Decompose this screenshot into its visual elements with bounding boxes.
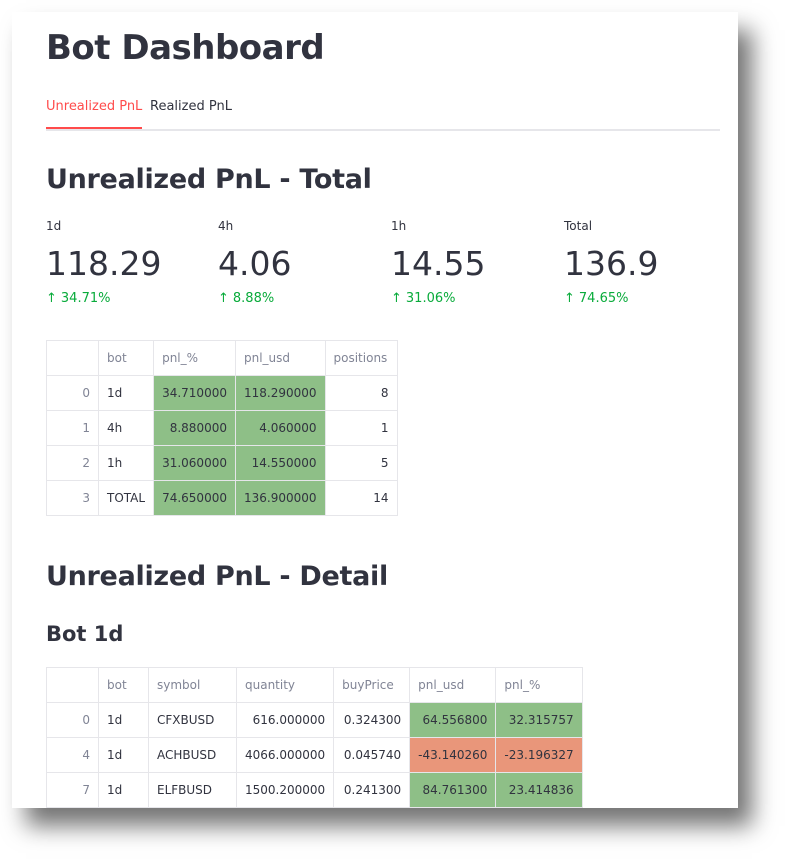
column-header[interactable]: pnl_% — [495, 667, 583, 703]
metric-label: Total — [564, 219, 593, 233]
metric-delta: ↑ 31.06% — [391, 291, 456, 306]
total-table[interactable]: bot pnl_% pnl_usd positions 0 1d 34.7100… — [46, 340, 398, 516]
cell-buy-price[interactable]: 0.045740 — [333, 737, 411, 773]
column-header[interactable]: pnl_% — [153, 340, 236, 376]
cell-bot[interactable]: 4h — [97, 410, 155, 446]
total-heading: Unrealized PnL - Total — [46, 164, 372, 195]
cell-pnl-usd[interactable]: 4.060000 — [234, 410, 326, 446]
cell-positions[interactable]: 8 — [324, 375, 398, 411]
cell-pnl-usd[interactable]: 14.550000 — [234, 445, 326, 481]
row-index[interactable]: 0 — [46, 375, 99, 411]
cell-pnl-usd[interactable]: -43.140260 — [409, 737, 497, 773]
cell-pnl-usd[interactable]: 118.290000 — [234, 375, 326, 411]
cell-pnl-pct[interactable]: 34.710000 — [153, 375, 236, 411]
metric-label: 1h — [391, 219, 407, 233]
cell-positions[interactable]: 14 — [324, 480, 398, 516]
metric-total: Total 136.9 ↑ 74.65% — [564, 219, 734, 306]
cell-pnl-pct[interactable]: 32.315757 — [495, 702, 583, 738]
row-index[interactable]: 1 — [46, 410, 99, 446]
detail-table[interactable]: bot symbol quantity buyPrice pnl_usd pnl… — [46, 667, 583, 808]
table-row: 7 1d ELFBUSD 1500.200000 0.241300 84.761… — [46, 772, 583, 808]
row-index[interactable]: 4 — [46, 737, 99, 773]
arrow-up-icon: ↑ — [564, 291, 575, 306]
table-header-row: bot symbol quantity buyPrice pnl_usd pnl… — [46, 667, 583, 703]
cell-quantity[interactable]: 1500.200000 — [235, 772, 335, 808]
table-row: 4 1d ACHBUSD 4066.000000 0.045740 -43.14… — [46, 737, 583, 773]
column-header[interactable]: pnl_usd — [409, 667, 497, 703]
table-row: 0 1d CFXBUSD 616.000000 0.324300 64.5568… — [46, 702, 583, 738]
column-header[interactable] — [46, 667, 99, 703]
column-header[interactable]: buyPrice — [333, 667, 411, 703]
cell-buy-price[interactable]: 0.241300 — [333, 772, 411, 808]
cell-buy-price[interactable]: 0.324300 — [333, 702, 411, 738]
arrow-up-icon: ↑ — [218, 291, 229, 306]
cell-quantity[interactable]: 616.000000 — [235, 702, 335, 738]
cell-bot[interactable]: 1h — [97, 445, 155, 481]
bot-subheading: Bot 1d — [46, 622, 124, 646]
arrow-up-icon: ↑ — [391, 291, 402, 306]
metric-1d: 1d 118.29 ↑ 34.71% — [46, 219, 216, 306]
metric-1h: 1h 14.55 ↑ 31.06% — [391, 219, 561, 306]
cell-bot[interactable]: 1d — [98, 772, 149, 808]
metric-label: 4h — [218, 219, 234, 233]
cell-symbol[interactable]: CFXBUSD — [148, 702, 237, 738]
cell-pnl-usd[interactable]: 84.761300 — [409, 772, 497, 808]
cell-pnl-pct[interactable]: 74.650000 — [153, 480, 236, 516]
column-header[interactable] — [46, 340, 99, 376]
cell-pnl-pct[interactable]: -23.196327 — [495, 737, 583, 773]
row-index[interactable]: 7 — [46, 772, 99, 808]
cell-pnl-pct[interactable]: 8.880000 — [153, 410, 236, 446]
table-row: 0 1d 34.710000 118.290000 8 — [46, 375, 398, 411]
cell-pnl-usd[interactable]: 136.900000 — [234, 480, 326, 516]
metric-value: 118.29 — [46, 244, 162, 283]
metric-delta: ↑ 8.88% — [218, 291, 275, 306]
cell-bot[interactable]: 1d — [97, 375, 155, 411]
cell-pnl-usd[interactable]: 64.556800 — [409, 702, 497, 738]
cell-symbol[interactable]: ACHBUSD — [148, 737, 237, 773]
table-header-row: bot pnl_% pnl_usd positions — [46, 340, 398, 376]
tab-bar: Unrealized PnL Realized PnL — [46, 98, 720, 131]
metric-delta: ↑ 74.65% — [564, 291, 629, 306]
column-header[interactable]: quantity — [235, 667, 335, 703]
cell-positions[interactable]: 5 — [324, 445, 398, 481]
cell-quantity[interactable]: 4066.000000 — [235, 737, 335, 773]
app-window: Bot Dashboard Unrealized PnL Realized Pn… — [12, 12, 738, 808]
metric-value: 4.06 — [218, 244, 292, 283]
tab-unrealized-pnl[interactable]: Unrealized PnL — [46, 98, 143, 129]
metric-value: 14.55 — [391, 244, 486, 283]
column-header[interactable]: pnl_usd — [234, 340, 326, 376]
detail-heading: Unrealized PnL - Detail — [46, 561, 388, 592]
column-header[interactable]: symbol — [148, 667, 237, 703]
metric-delta: ↑ 34.71% — [46, 291, 111, 306]
cell-bot[interactable]: TOTAL — [97, 480, 155, 516]
table-row: 3 TOTAL 74.650000 136.900000 14 — [46, 480, 398, 516]
column-header[interactable]: bot — [97, 340, 155, 376]
table-row: 1 4h 8.880000 4.060000 1 — [46, 410, 398, 446]
column-header[interactable]: positions — [324, 340, 398, 376]
metric-4h: 4h 4.06 ↑ 8.88% — [218, 219, 388, 306]
metric-value: 136.9 — [564, 244, 659, 283]
cell-bot[interactable]: 1d — [98, 737, 149, 773]
table-row: 2 1h 31.060000 14.550000 5 — [46, 445, 398, 481]
row-index[interactable]: 3 — [46, 480, 99, 516]
row-index[interactable]: 2 — [46, 445, 99, 481]
cell-pnl-pct[interactable]: 23.414836 — [495, 772, 583, 808]
row-index[interactable]: 0 — [46, 702, 99, 738]
main-content: Bot Dashboard Unrealized PnL Realized Pn… — [46, 12, 720, 808]
arrow-up-icon: ↑ — [46, 291, 57, 306]
cell-bot[interactable]: 1d — [98, 702, 149, 738]
cell-positions[interactable]: 1 — [324, 410, 398, 446]
page-title: Bot Dashboard — [46, 28, 325, 68]
column-header[interactable]: bot — [98, 667, 149, 703]
metric-label: 1d — [46, 219, 62, 233]
tab-realized-pnl[interactable]: Realized PnL — [150, 98, 232, 129]
cell-symbol[interactable]: ELFBUSD — [148, 772, 237, 808]
cell-pnl-pct[interactable]: 31.060000 — [153, 445, 236, 481]
